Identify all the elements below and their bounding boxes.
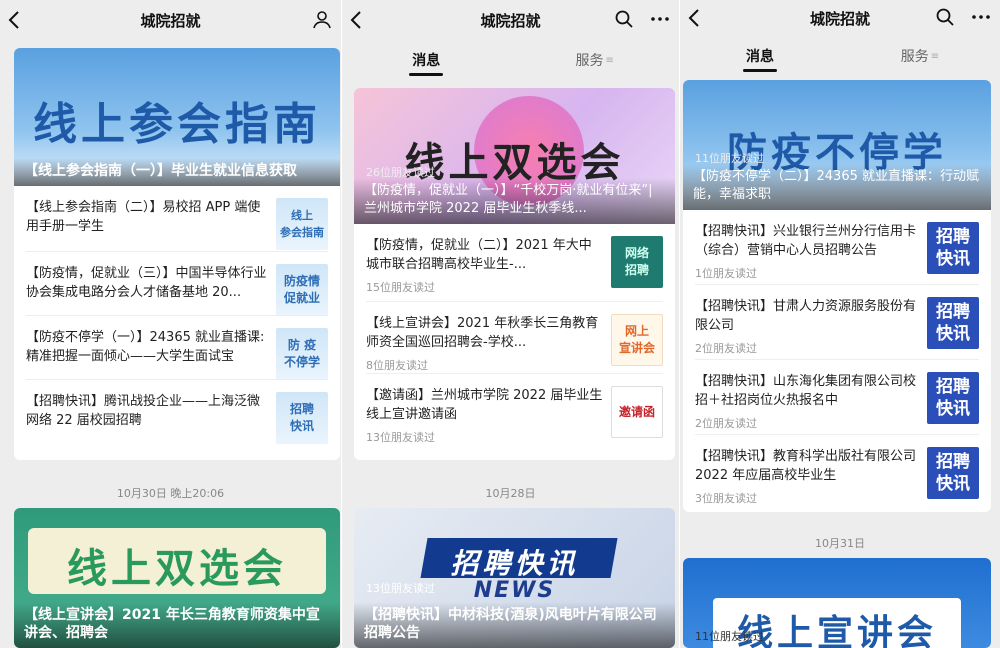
article-card[interactable]: 线上双选会 【线上宣讲会】2021 年长三角教育师资集中宣讲会、招聘会 <box>14 508 340 648</box>
tab-services-label: 服务 <box>900 49 929 65</box>
list-item[interactable]: 【招聘快讯】教育科学出版社有限公司 2022 年应届高校毕业生 3位朋友读过 招聘… <box>683 435 991 510</box>
top-bar: 城院招就 <box>680 0 1000 36</box>
item-thumbnail: 招聘 快讯 <box>927 372 979 424</box>
article-card[interactable]: 线上参会指南 【线上参会指南（一）】毕业生就业信息获取 【线上参会指南（二）】易… <box>14 48 340 460</box>
item-title-wrap: 【招聘快讯】兴业银行兰州分行信用卡（综合）营销中心人员招聘公告 1位朋友读过 <box>695 222 927 285</box>
tab-bar: 消息 服务 ≡ <box>680 36 1000 76</box>
tab-services[interactable]: 服务 ≡ <box>840 36 1000 76</box>
hero-bigtext: 招聘快讯 <box>450 547 579 580</box>
list-item[interactable]: 【防疫不停学（一）】24365 就业直播课:精准把握一面倾心——大学生面试宝 防… <box>14 316 340 380</box>
page-title: 城院招就 <box>809 9 870 28</box>
hero-caption: 【防疫情，促就业（一）】“千校万岗·就业有位来”| 兰州城市学院 2022 届毕… <box>354 178 675 224</box>
hero-banner[interactable]: 线上参会指南 【线上参会指南（一）】毕业生就业信息获取 <box>14 48 340 186</box>
item-thumbnail: 招聘 快讯 <box>927 222 979 274</box>
item-title-wrap: 【招聘快讯】教育科学出版社有限公司 2022 年应届高校毕业生 3位朋友读过 <box>695 447 927 510</box>
item-title: 【防疫不停学（一）】24365 就业直播课:精准把握一面倾心——大学生面试宝 <box>26 330 265 364</box>
hero-bigtext: 线上双选会 <box>67 546 287 592</box>
item-thumbnail: 网上 宣讲会 <box>611 314 663 366</box>
page-title: 城院招就 <box>480 11 541 30</box>
hero-banner[interactable]: 防疫不停学 11位朋友读过 【防疫不停学（二）】24365 就业直播课：行动赋能… <box>683 80 991 210</box>
item-title: 【线上宣讲会】2021 年秋季长三角教育师资全国巡回招聘会-学校... <box>366 316 599 350</box>
menu-icon: ≡ <box>605 54 614 66</box>
profile-icon[interactable] <box>311 8 333 30</box>
item-title-wrap: 【邀请函】兰州城市学院 2022 届毕业生线上宣讲邀请函 13位朋友读过 <box>366 386 611 446</box>
article-card[interactable]: 线上宣讲会 11位朋友读过 <box>683 558 991 648</box>
item-thumbnail: 防疫情 促就业 <box>276 264 328 316</box>
list-item[interactable]: 【防疫情，促就业（三）】中国半导体行业协会集成电路分会人才储备基地 20... … <box>14 252 340 316</box>
hero-caption: 【线上宣讲会】2021 年长三角教育师资集中宣讲会、招聘会 <box>14 602 340 648</box>
item-thumbnail: 招聘 快讯 <box>927 447 979 499</box>
item-title: 【邀请函】兰州城市学院 2022 届毕业生线上宣讲邀请函 <box>366 388 603 422</box>
item-title-wrap: 【线上宣讲会】2021 年秋季长三角教育师资全国巡回招聘会-学校... 8位朋友读… <box>366 314 611 374</box>
tab-bar: 消息 服务 ≡ <box>342 40 679 80</box>
item-thumbnail: 邀请函 <box>611 386 663 438</box>
page-title: 城院招就 <box>140 11 201 30</box>
item-thumbnail: 线上 参会指南 <box>276 198 328 250</box>
read-count: 2位朋友读过 <box>695 417 757 430</box>
item-title: 【招聘快讯】腾讯战投企业——上海泛微网络 22 届校园招聘 <box>26 394 261 428</box>
item-title-wrap: 【招聘快讯】甘肃人力资源服务股份有限公司 2位朋友读过 <box>695 297 927 360</box>
hero-banner[interactable]: 招聘快讯 NEWS 13位朋友读过 【招聘快讯】中材科技(酒泉)风电叶片有限公司… <box>354 508 675 648</box>
list-item[interactable]: 【邀请函】兰州城市学院 2022 届毕业生线上宣讲邀请函 13位朋友读过 邀请函 <box>354 374 675 446</box>
item-title-wrap: 【招聘快讯】山东海化集团有限公司校招＋社招岗位火热报名中 2位朋友读过 <box>695 372 927 435</box>
tab-services[interactable]: 服务 ≡ <box>511 40 680 80</box>
top-bar: 城院招就 <box>342 0 679 40</box>
list-item[interactable]: 【招聘快讯】兴业银行兰州分行信用卡（综合）营销中心人员招聘公告 1位朋友读过 招聘… <box>683 210 991 285</box>
back-arrow-icon[interactable] <box>350 9 370 31</box>
list-item[interactable]: 【线上宣讲会】2021 年秋季长三角教育师资全国巡回招聘会-学校... 8位朋友读… <box>354 302 675 374</box>
item-title: 【招聘快讯】甘肃人力资源服务股份有限公司 <box>695 299 917 333</box>
chat-panel-2: 城院招就 消息 服务 ≡ 线上双选会 26位朋友读过 【防疫情，促就业（一）】“千… <box>341 0 679 648</box>
read-count: 1位朋友读过 <box>695 267 757 280</box>
more-icon[interactable] <box>649 8 671 30</box>
search-icon[interactable] <box>934 6 956 28</box>
back-arrow-icon[interactable] <box>688 7 708 29</box>
timestamp: 10月28日 <box>485 487 536 500</box>
search-icon[interactable] <box>613 8 635 30</box>
chat-panel-3: 城院招就 消息 服务 ≡ 防疫不停学 11位朋友读过 【防疫不停学（二）】2436… <box>679 0 1000 648</box>
item-thumbnail: 网络 招聘 <box>611 236 663 288</box>
item-title: 【防疫情，促就业（三）】中国半导体行业协会集成电路分会人才储备基地 20... <box>26 266 267 300</box>
read-count: 13位朋友读过 <box>366 431 435 444</box>
read-count: 13位朋友读过 <box>366 582 435 595</box>
read-count: 2位朋友读过 <box>695 342 757 355</box>
back-arrow-icon[interactable] <box>8 9 28 31</box>
item-thumbnail: 招聘 快讯 <box>276 392 328 444</box>
read-count: 15位朋友读过 <box>366 281 435 294</box>
tab-messages[interactable]: 消息 <box>342 40 511 80</box>
item-thumbnail: 防 疫 不停学 <box>276 328 328 380</box>
article-card[interactable]: 招聘快讯 NEWS 13位朋友读过 【招聘快讯】中材科技(酒泉)风电叶片有限公司… <box>354 508 675 648</box>
article-card[interactable]: 线上双选会 26位朋友读过 【防疫情，促就业（一）】“千校万岗·就业有位来”| … <box>354 88 675 460</box>
item-title: 【线上参会指南（二）】易校招 APP 端使用手册一学生 <box>26 200 261 234</box>
timestamp: 10月31日 <box>815 537 865 550</box>
list-item[interactable]: 【招聘快讯】甘肃人力资源服务股份有限公司 2位朋友读过 招聘 快讯 <box>683 285 991 360</box>
hero-caption: 【招聘快讯】中材科技(酒泉)风电叶片有限公司招聘公告 <box>354 602 675 648</box>
hero-banner[interactable]: 线上宣讲会 11位朋友读过 <box>683 558 991 648</box>
read-count: 3位朋友读过 <box>695 492 757 505</box>
item-thumbnail: 招聘 快讯 <box>927 297 979 349</box>
read-count: 11位朋友读过 <box>695 630 764 643</box>
chat-panel-1: 城院招就 线上参会指南 【线上参会指南（一）】毕业生就业信息获取 【线上参会指南… <box>0 0 341 648</box>
article-card[interactable]: 防疫不停学 11位朋友读过 【防疫不停学（二）】24365 就业直播课：行动赋能… <box>683 80 991 512</box>
hero-bigtext: 线上参会指南 <box>33 99 321 150</box>
list-item[interactable]: 【招聘快讯】腾讯战投企业——上海泛微网络 22 届校园招聘 招聘 快讯 <box>14 380 340 444</box>
tab-messages[interactable]: 消息 <box>680 36 840 76</box>
item-title-wrap: 【防疫情，促就业（二）】2021 年大中城市联合招聘高校毕业生-... 15位朋友… <box>366 236 611 302</box>
more-icon[interactable] <box>970 6 992 28</box>
tab-services-label: 服务 <box>575 53 604 69</box>
item-title: 【防疫情，促就业（二）】2021 年大中城市联合招聘高校毕业生-... <box>366 238 592 272</box>
read-count: 8位朋友读过 <box>366 359 428 372</box>
hero-caption: 【线上参会指南（一）】毕业生就业信息获取 <box>14 158 340 186</box>
top-bar: 城院招就 <box>0 0 341 40</box>
list-item[interactable]: 【防疫情，促就业（二）】2021 年大中城市联合招聘高校毕业生-... 15位朋友… <box>354 224 675 302</box>
menu-icon: ≡ <box>930 50 940 62</box>
hero-banner[interactable]: 线上双选会 【线上宣讲会】2021 年长三角教育师资集中宣讲会、招聘会 <box>14 508 340 648</box>
item-title: 【招聘快讯】兴业银行兰州分行信用卡（综合）营销中心人员招聘公告 <box>695 224 917 258</box>
item-title: 【招聘快讯】教育科学出版社有限公司 2022 年应届高校毕业生 <box>695 449 917 483</box>
timestamp: 10月30日 晚上20:06 <box>116 487 225 500</box>
item-title: 【招聘快讯】山东海化集团有限公司校招＋社招岗位火热报名中 <box>695 374 917 408</box>
hero-banner[interactable]: 线上双选会 26位朋友读过 【防疫情，促就业（一）】“千校万岗·就业有位来”| … <box>354 88 675 224</box>
list-item[interactable]: 【招聘快讯】山东海化集团有限公司校招＋社招岗位火热报名中 2位朋友读过 招聘 快讯 <box>683 360 991 435</box>
hero-caption: 【防疫不停学（二）】24365 就业直播课：行动赋能，幸福求职 <box>683 164 991 210</box>
list-item[interactable]: 【线上参会指南（二）】易校招 APP 端使用手册一学生 线上 参会指南 <box>14 186 340 252</box>
